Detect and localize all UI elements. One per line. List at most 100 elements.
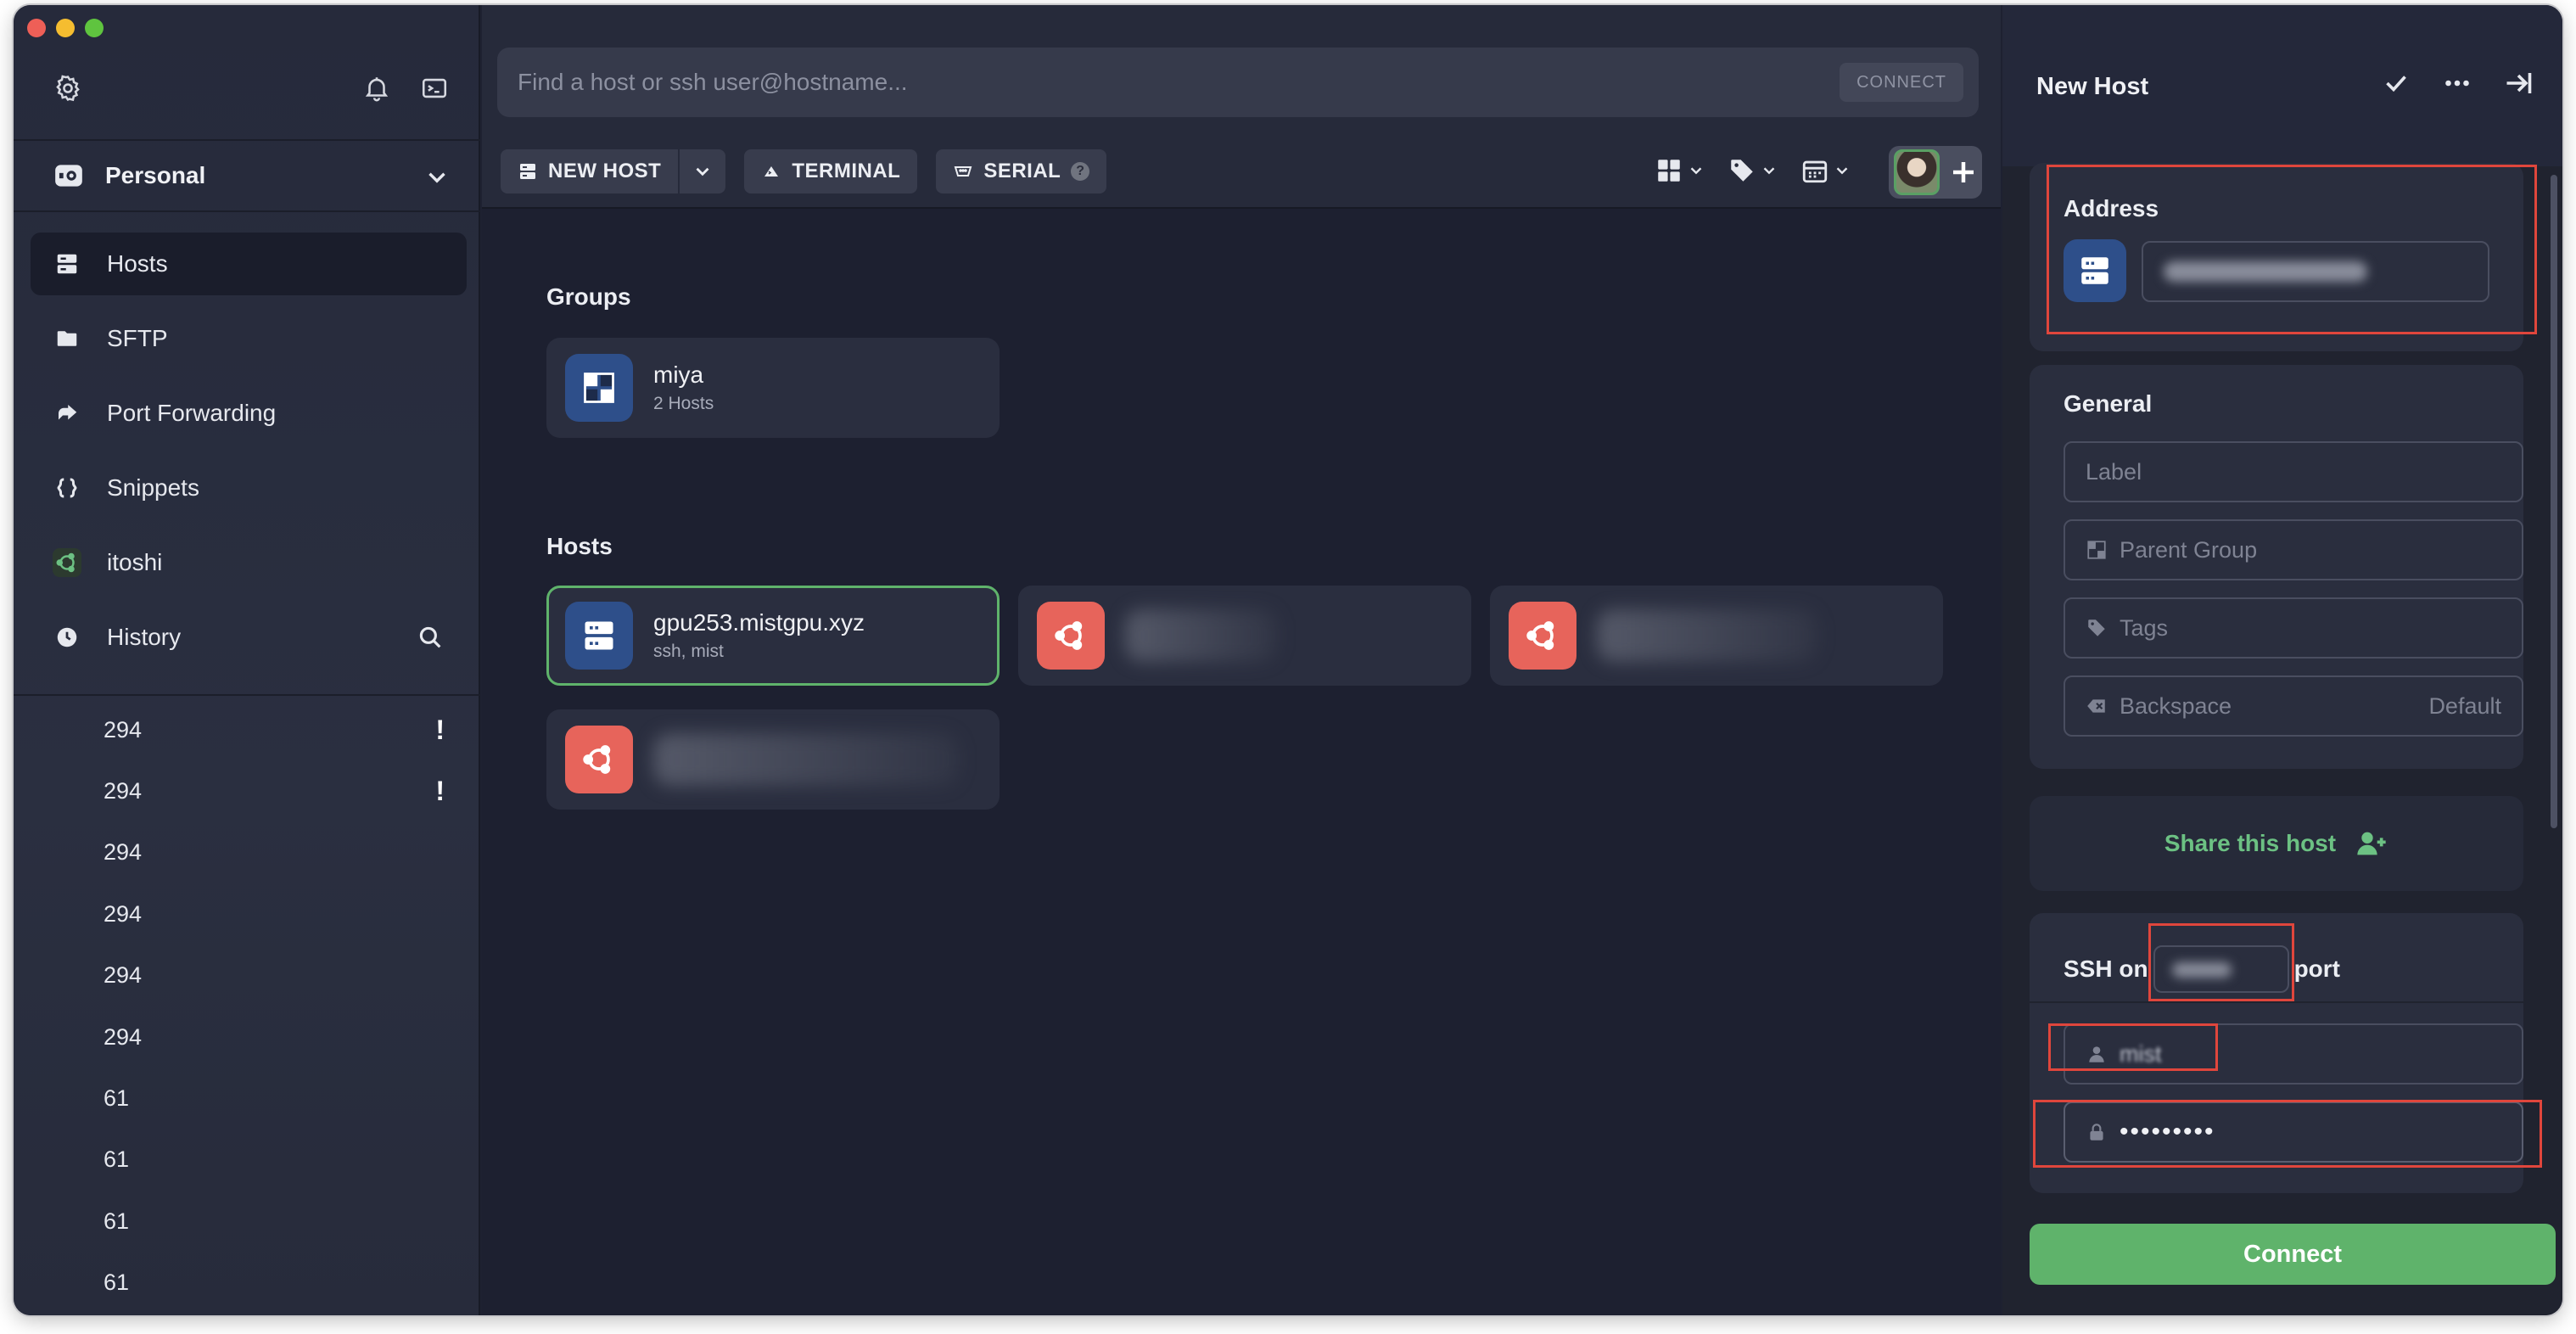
host-card[interactable]	[546, 709, 1000, 810]
warning-icon: !	[435, 714, 445, 745]
vault-name: Personal	[105, 162, 206, 188]
vault-selector[interactable]: Personal	[14, 139, 480, 212]
sidebar-item-snippets[interactable]: Snippets	[31, 457, 467, 519]
label-input[interactable]: Label	[2064, 441, 2523, 502]
ssh-card: SSH on port mist •••••••••	[2030, 913, 2523, 1193]
sidebar-item-hosts[interactable]: Hosts	[31, 233, 467, 295]
more-icon[interactable]	[2442, 68, 2472, 98]
history-item[interactable]: 294	[14, 1006, 480, 1068]
view-mode-button[interactable]	[1655, 156, 1705, 185]
history-item-label: 294	[104, 839, 143, 866]
gear-icon[interactable]	[51, 71, 85, 105]
password-value: •••••••••	[2120, 1118, 2215, 1146]
close-window-button[interactable]	[27, 19, 46, 37]
history-item[interactable]: 294	[14, 883, 480, 944]
group-name: miya	[653, 362, 704, 388]
backspace-icon	[2087, 699, 2105, 713]
history-item[interactable]: 61	[14, 1191, 480, 1252]
backspace-select[interactable]: Backspace Default	[2064, 675, 2523, 737]
checkmark-icon[interactable]	[2381, 68, 2411, 98]
group-icon	[2087, 541, 2106, 559]
tags-filter-button[interactable]	[1728, 156, 1778, 185]
search-input[interactable]	[518, 69, 1790, 96]
sort-button[interactable]	[1800, 156, 1851, 185]
host-card[interactable]	[1018, 586, 1471, 686]
label-placeholder: Label	[2086, 458, 2142, 485]
panel-header: New Host	[2002, 5, 2562, 166]
collapse-panel-icon[interactable]	[2503, 68, 2534, 98]
calendar-icon	[1802, 160, 1828, 183]
new-host-button[interactable]: NEW HOST	[501, 149, 679, 193]
minimize-window-button[interactable]	[56, 19, 75, 37]
group-card[interactable]: miya 2 Hosts	[546, 338, 1000, 438]
sidebar-item-sftp[interactable]: SFTP	[31, 307, 467, 370]
ssh-suffix: port	[2293, 956, 2340, 982]
divider	[2030, 1001, 2523, 1003]
hosts-icon	[53, 249, 81, 278]
ssh-port-row: SSH on port	[2064, 945, 2340, 993]
folder-icon	[53, 324, 81, 353]
redacted-address	[2164, 261, 2367, 282]
port-input[interactable]	[2153, 945, 2289, 993]
share-host-button[interactable]: Share this host	[2030, 796, 2523, 891]
redacted-host-name	[653, 733, 959, 786]
hosts-heading: Hosts	[546, 533, 613, 559]
password-input[interactable]: •••••••••	[2064, 1101, 2523, 1163]
history-item-label: 61	[104, 1270, 130, 1296]
chevron-down-icon[interactable]	[423, 163, 451, 192]
host-card[interactable]: gpu253.mistgpu.xyz ssh, mist	[546, 586, 1000, 686]
history-item-label: 294	[104, 962, 143, 989]
grid-icon	[1658, 160, 1680, 182]
history-item[interactable]: 61	[14, 1068, 480, 1129]
help-icon[interactable]: ?	[1071, 162, 1090, 181]
parent-group-input[interactable]: Parent Group	[2064, 519, 2523, 580]
host-details: ssh, mist	[653, 642, 724, 661]
ubuntu-icon	[1509, 602, 1576, 670]
host-card[interactable]	[1490, 586, 1943, 686]
plus-icon[interactable]	[1948, 157, 1979, 188]
sidebar-item-port-forwarding[interactable]: Port Forwarding	[31, 382, 467, 445]
history-item[interactable]: 61	[14, 1129, 480, 1191]
zoom-window-button[interactable]	[85, 19, 104, 37]
history-item[interactable]: 294 !	[14, 760, 480, 821]
username-input[interactable]: mist	[2064, 1023, 2523, 1085]
search-icon[interactable]	[416, 623, 445, 652]
sidebar-item-label: SFTP	[107, 325, 168, 351]
connect-button[interactable]: Connect	[2030, 1224, 2556, 1285]
chevron-down-icon	[1690, 167, 1702, 175]
scrollbar[interactable]	[2551, 175, 2557, 828]
history-list: 294 ! 294 ! 294 294 294 294 61 61 61 61	[14, 699, 480, 1314]
history-item[interactable]: 294	[14, 822, 480, 883]
bell-icon[interactable]	[360, 71, 394, 105]
new-host-split-button: NEW HOST	[501, 149, 726, 193]
history-item-label: 61	[104, 1146, 130, 1173]
history-item[interactable]: 61	[14, 1253, 480, 1314]
terminal-icon[interactable]	[417, 71, 451, 105]
sidebar-item-history[interactable]: History	[31, 606, 467, 669]
team-members	[1889, 146, 1982, 199]
chevron-down-icon	[1836, 167, 1848, 175]
serial-button[interactable]: SERIAL ?	[936, 149, 1107, 193]
avatar[interactable]	[1894, 149, 1940, 195]
tags-input[interactable]: Tags	[2064, 597, 2523, 659]
user-icon	[2089, 1046, 2104, 1062]
address-card: Address	[2030, 163, 2523, 351]
sidebar-item-itoshi[interactable]: itoshi	[31, 531, 467, 594]
terminal-button[interactable]: TERMINAL	[744, 149, 918, 193]
main-content: CONNECT NEW HOST TERMINAL	[482, 5, 2001, 1315]
ubuntu-icon	[53, 548, 81, 577]
chevron-down-icon	[696, 167, 709, 177]
new-host-menu-button[interactable]	[680, 149, 726, 193]
new-host-panel: New Host Address General Label Parent Gr…	[2002, 5, 2562, 1315]
quick-connect-button[interactable]: CONNECT	[1840, 63, 1963, 102]
warning-icon: !	[435, 776, 445, 807]
redacted-host-name	[1597, 609, 1817, 662]
server-icon	[2064, 239, 2126, 302]
history-item[interactable]: 294 !	[14, 699, 480, 760]
history-item[interactable]: 294	[14, 945, 480, 1006]
general-card: General Label Parent Group Tags Backspac…	[2030, 365, 2523, 769]
history-item-label: 61	[104, 1085, 130, 1112]
address-label: Address	[2064, 195, 2159, 221]
tags-placeholder: Tags	[2120, 614, 2169, 641]
address-input[interactable]	[2142, 241, 2489, 302]
